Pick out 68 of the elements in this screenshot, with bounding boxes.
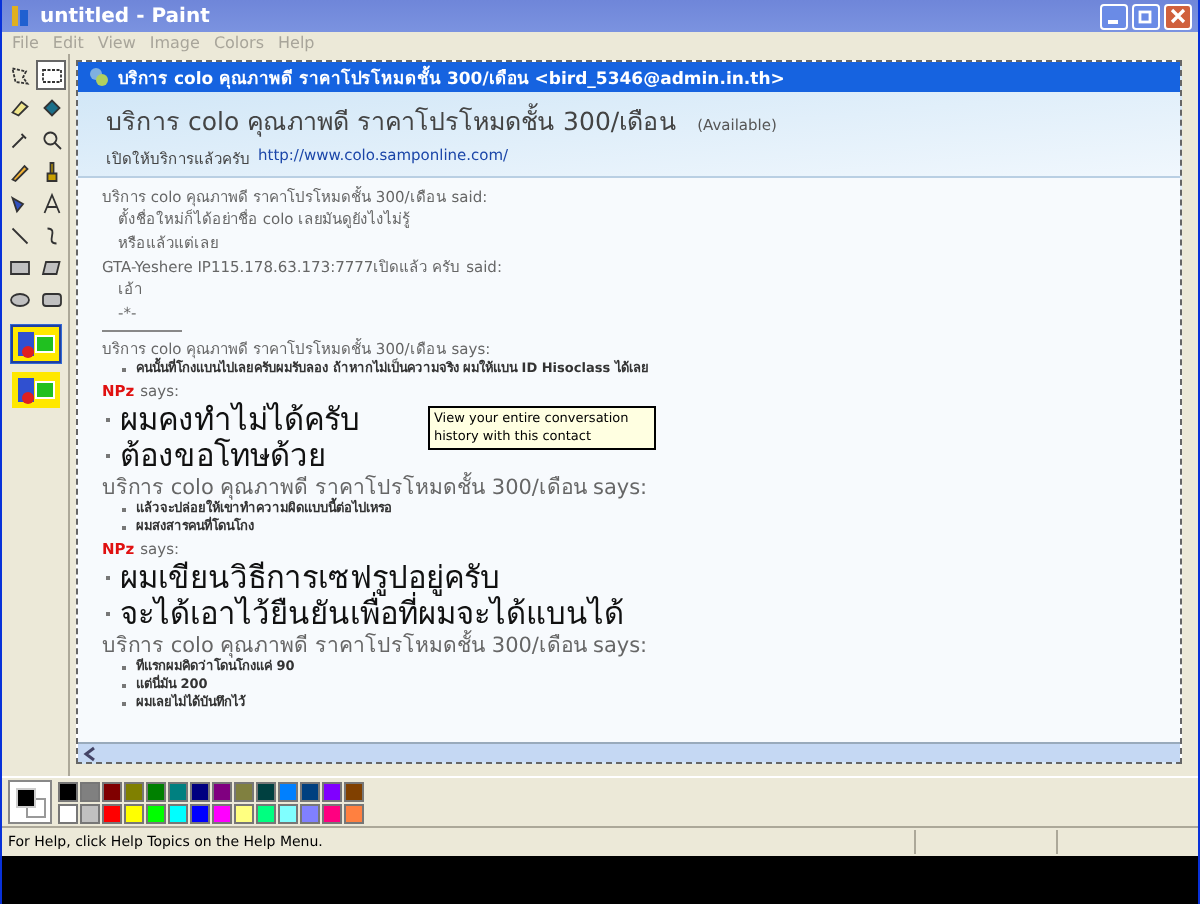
chat-title: บริการ colo คุณภาพดี ราคาโปรโหมดชั้น 300/เดือน <bird_5346@admin.in.th> [118, 63, 785, 91]
color-swatch[interactable] [278, 781, 298, 801]
restore-icon [1138, 8, 1154, 24]
message-text: ต้องขอโทษด้วย [120, 438, 326, 474]
color-swatch[interactable] [322, 781, 342, 801]
color-swatch[interactable] [168, 803, 188, 823]
color-swatch[interactable] [234, 781, 254, 801]
scroll-left-icon [82, 745, 98, 761]
close-button[interactable] [1164, 3, 1192, 29]
contact-icon [88, 66, 110, 88]
menu-item[interactable]: View [97, 34, 136, 52]
color-swatch[interactable] [344, 781, 364, 801]
color-swatch[interactable] [58, 803, 78, 823]
select-icon [39, 63, 63, 87]
message-text: ผมเขียนวิธีการเซฟรูปอยู่ครับ [120, 560, 500, 596]
color-swatch[interactable] [102, 803, 122, 823]
transparent-option-icon[interactable] [9, 370, 61, 410]
rectangle-icon [7, 255, 31, 279]
menu-item[interactable]: Help [278, 34, 315, 52]
color-swatch[interactable] [212, 781, 232, 801]
color-swatch[interactable] [190, 781, 210, 801]
message-text: จะได้เอาไว้ยืนยันเพื่อที่ผมจะได้แบนได้ [120, 596, 624, 632]
color-swatch[interactable] [256, 781, 276, 801]
color-swatch[interactable] [80, 781, 100, 801]
menu-item[interactable]: Edit [52, 34, 84, 52]
color-swatch[interactable] [168, 781, 188, 801]
close-icon [1170, 8, 1186, 24]
opaque-option-icon[interactable] [9, 324, 61, 364]
color-swatch[interactable] [322, 803, 342, 823]
menu-item[interactable]: Image [149, 34, 200, 52]
color-swatch[interactable] [344, 803, 364, 823]
menu-item[interactable]: Colors [213, 34, 264, 52]
fill-icon [39, 95, 63, 119]
window-title: untitled - Paint [40, 5, 212, 27]
menu-item[interactable]: File [12, 34, 39, 52]
color-swatch[interactable] [80, 803, 100, 823]
color-swatch[interactable] [212, 803, 232, 823]
message-text: ผมคงทำไม่ได้ครับ [120, 402, 360, 438]
color-swatch[interactable] [124, 803, 144, 823]
letter-a-icon [39, 191, 63, 215]
magnifier-icon [39, 127, 63, 151]
sender-name: บริการ colo คุณภาพดี ราคาโปรโหมดชั้น 300/เดือน [102, 476, 587, 500]
restore-button[interactable] [1132, 3, 1160, 29]
line-icon [7, 223, 31, 247]
sender-name: บริการ colo คุณภาพดี ราคาโปรโหมดชั้น 300/เดือน [102, 634, 587, 658]
pencil-icon [7, 159, 31, 183]
paint-app-icon [8, 4, 32, 28]
color-swatch[interactable] [278, 803, 298, 823]
minimize-button[interactable] [1100, 3, 1128, 29]
color-swatch[interactable] [256, 803, 276, 823]
contact-name: บริการ colo คุณภาพดี ราคาโปรโหมดชั้น 300/เดือน [106, 102, 678, 141]
polygon-icon [39, 255, 63, 279]
ellipse-icon [7, 287, 31, 311]
color-swatch[interactable] [124, 781, 144, 801]
color-swatch[interactable] [300, 781, 320, 801]
color-swatch[interactable] [234, 803, 254, 823]
horizontal-scrollbar[interactable] [78, 742, 1180, 762]
free-select-icon [7, 63, 31, 87]
color-swatch[interactable] [300, 803, 320, 823]
color-swatch[interactable] [146, 803, 166, 823]
tool-button[interactable] [36, 60, 66, 90]
color-swatch[interactable] [102, 781, 122, 801]
color-swatch[interactable] [146, 781, 166, 801]
message-verb: says: [592, 634, 648, 658]
color-swatch[interactable] [190, 803, 210, 823]
color-swatch[interactable] [58, 781, 78, 801]
eraser-icon [7, 95, 31, 119]
message-verb: says: [592, 476, 648, 500]
